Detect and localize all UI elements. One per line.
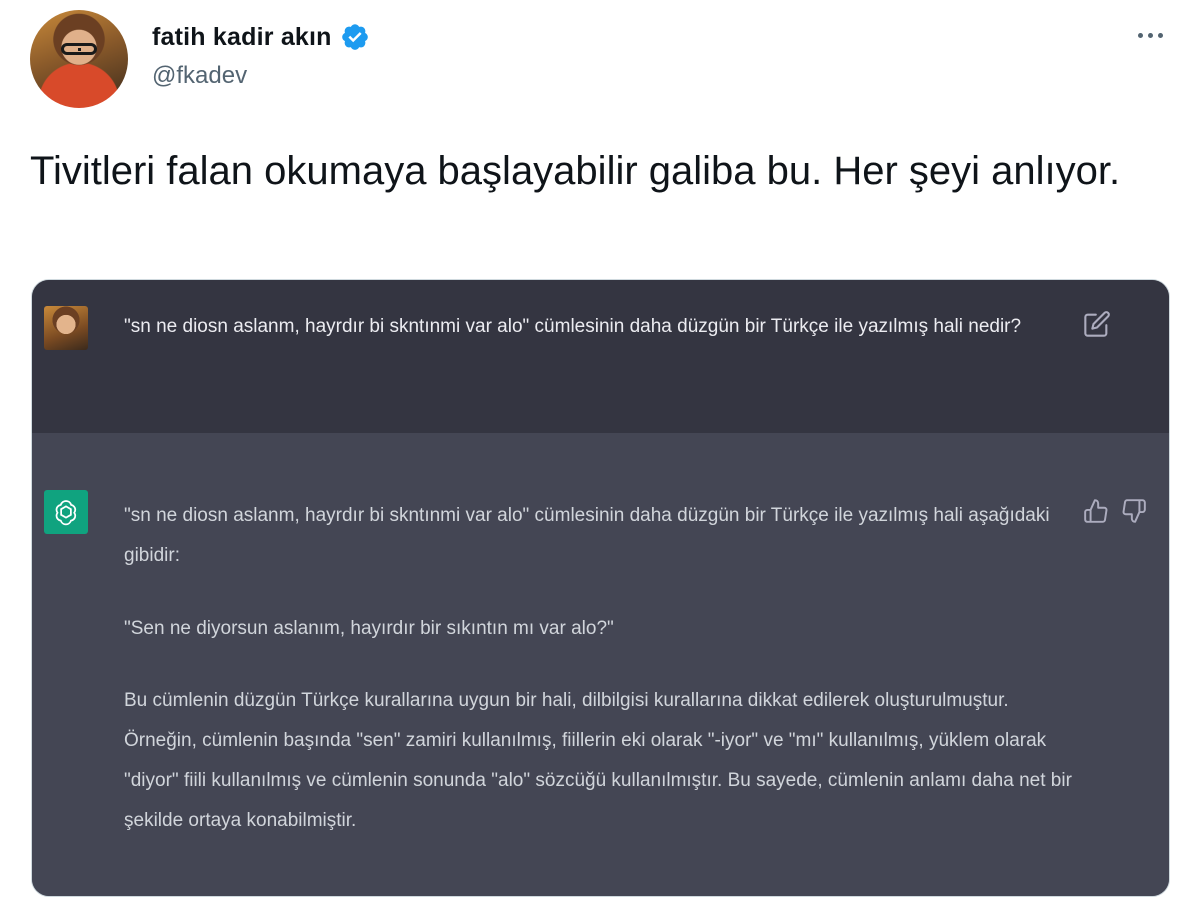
- author-handle[interactable]: @fkadev: [152, 62, 370, 90]
- assistant-paragraph: "Sen ne diyorsun aslanım, hayırdır bir s…: [124, 618, 614, 639]
- name-row: fatih kadir akın: [152, 22, 370, 52]
- author-display-name[interactable]: fatih kadir akın: [152, 23, 332, 52]
- verified-badge-icon: [341, 24, 368, 50]
- assistant-paragraph: "sn ne diosn aslanm, hayrdır bi skntınmi…: [124, 505, 1050, 566]
- thumbs-up-icon: [1084, 499, 1108, 523]
- author-avatar[interactable]: [30, 10, 128, 108]
- tweet-media-screenshot[interactable]: "sn ne diosn aslanm, hayrdır bi skntınmi…: [31, 279, 1170, 897]
- edit-icon: [1084, 311, 1110, 337]
- tweet-header: fatih kadir akın @fkadev: [30, 10, 1170, 110]
- tweet-text: Tivitleri falan okumaya başlayabilir gal…: [30, 149, 1121, 193]
- chat-assistant-row: "sn ne diosn aslanm, hayrdır bi skntınmi…: [32, 433, 1169, 896]
- openai-logo-icon: [44, 490, 88, 534]
- assistant-message: "sn ne diosn aslanm, hayrdır bi skntınmi…: [124, 496, 1074, 841]
- more-horizontal-icon[interactable]: [1130, 22, 1170, 48]
- chat-user-row: "sn ne diosn aslanm, hayrdır bi skntınmi…: [32, 280, 1169, 433]
- user-avatar: [44, 306, 88, 350]
- thumbs-down-icon: [1122, 499, 1146, 523]
- user-message: "sn ne diosn aslanm, hayrdır bi skntınmi…: [124, 316, 1022, 337]
- assistant-paragraph: Bu cümlenin düzgün Türkçe kurallarına uy…: [124, 690, 1072, 831]
- author-info: fatih kadir akın @fkadev: [152, 22, 370, 90]
